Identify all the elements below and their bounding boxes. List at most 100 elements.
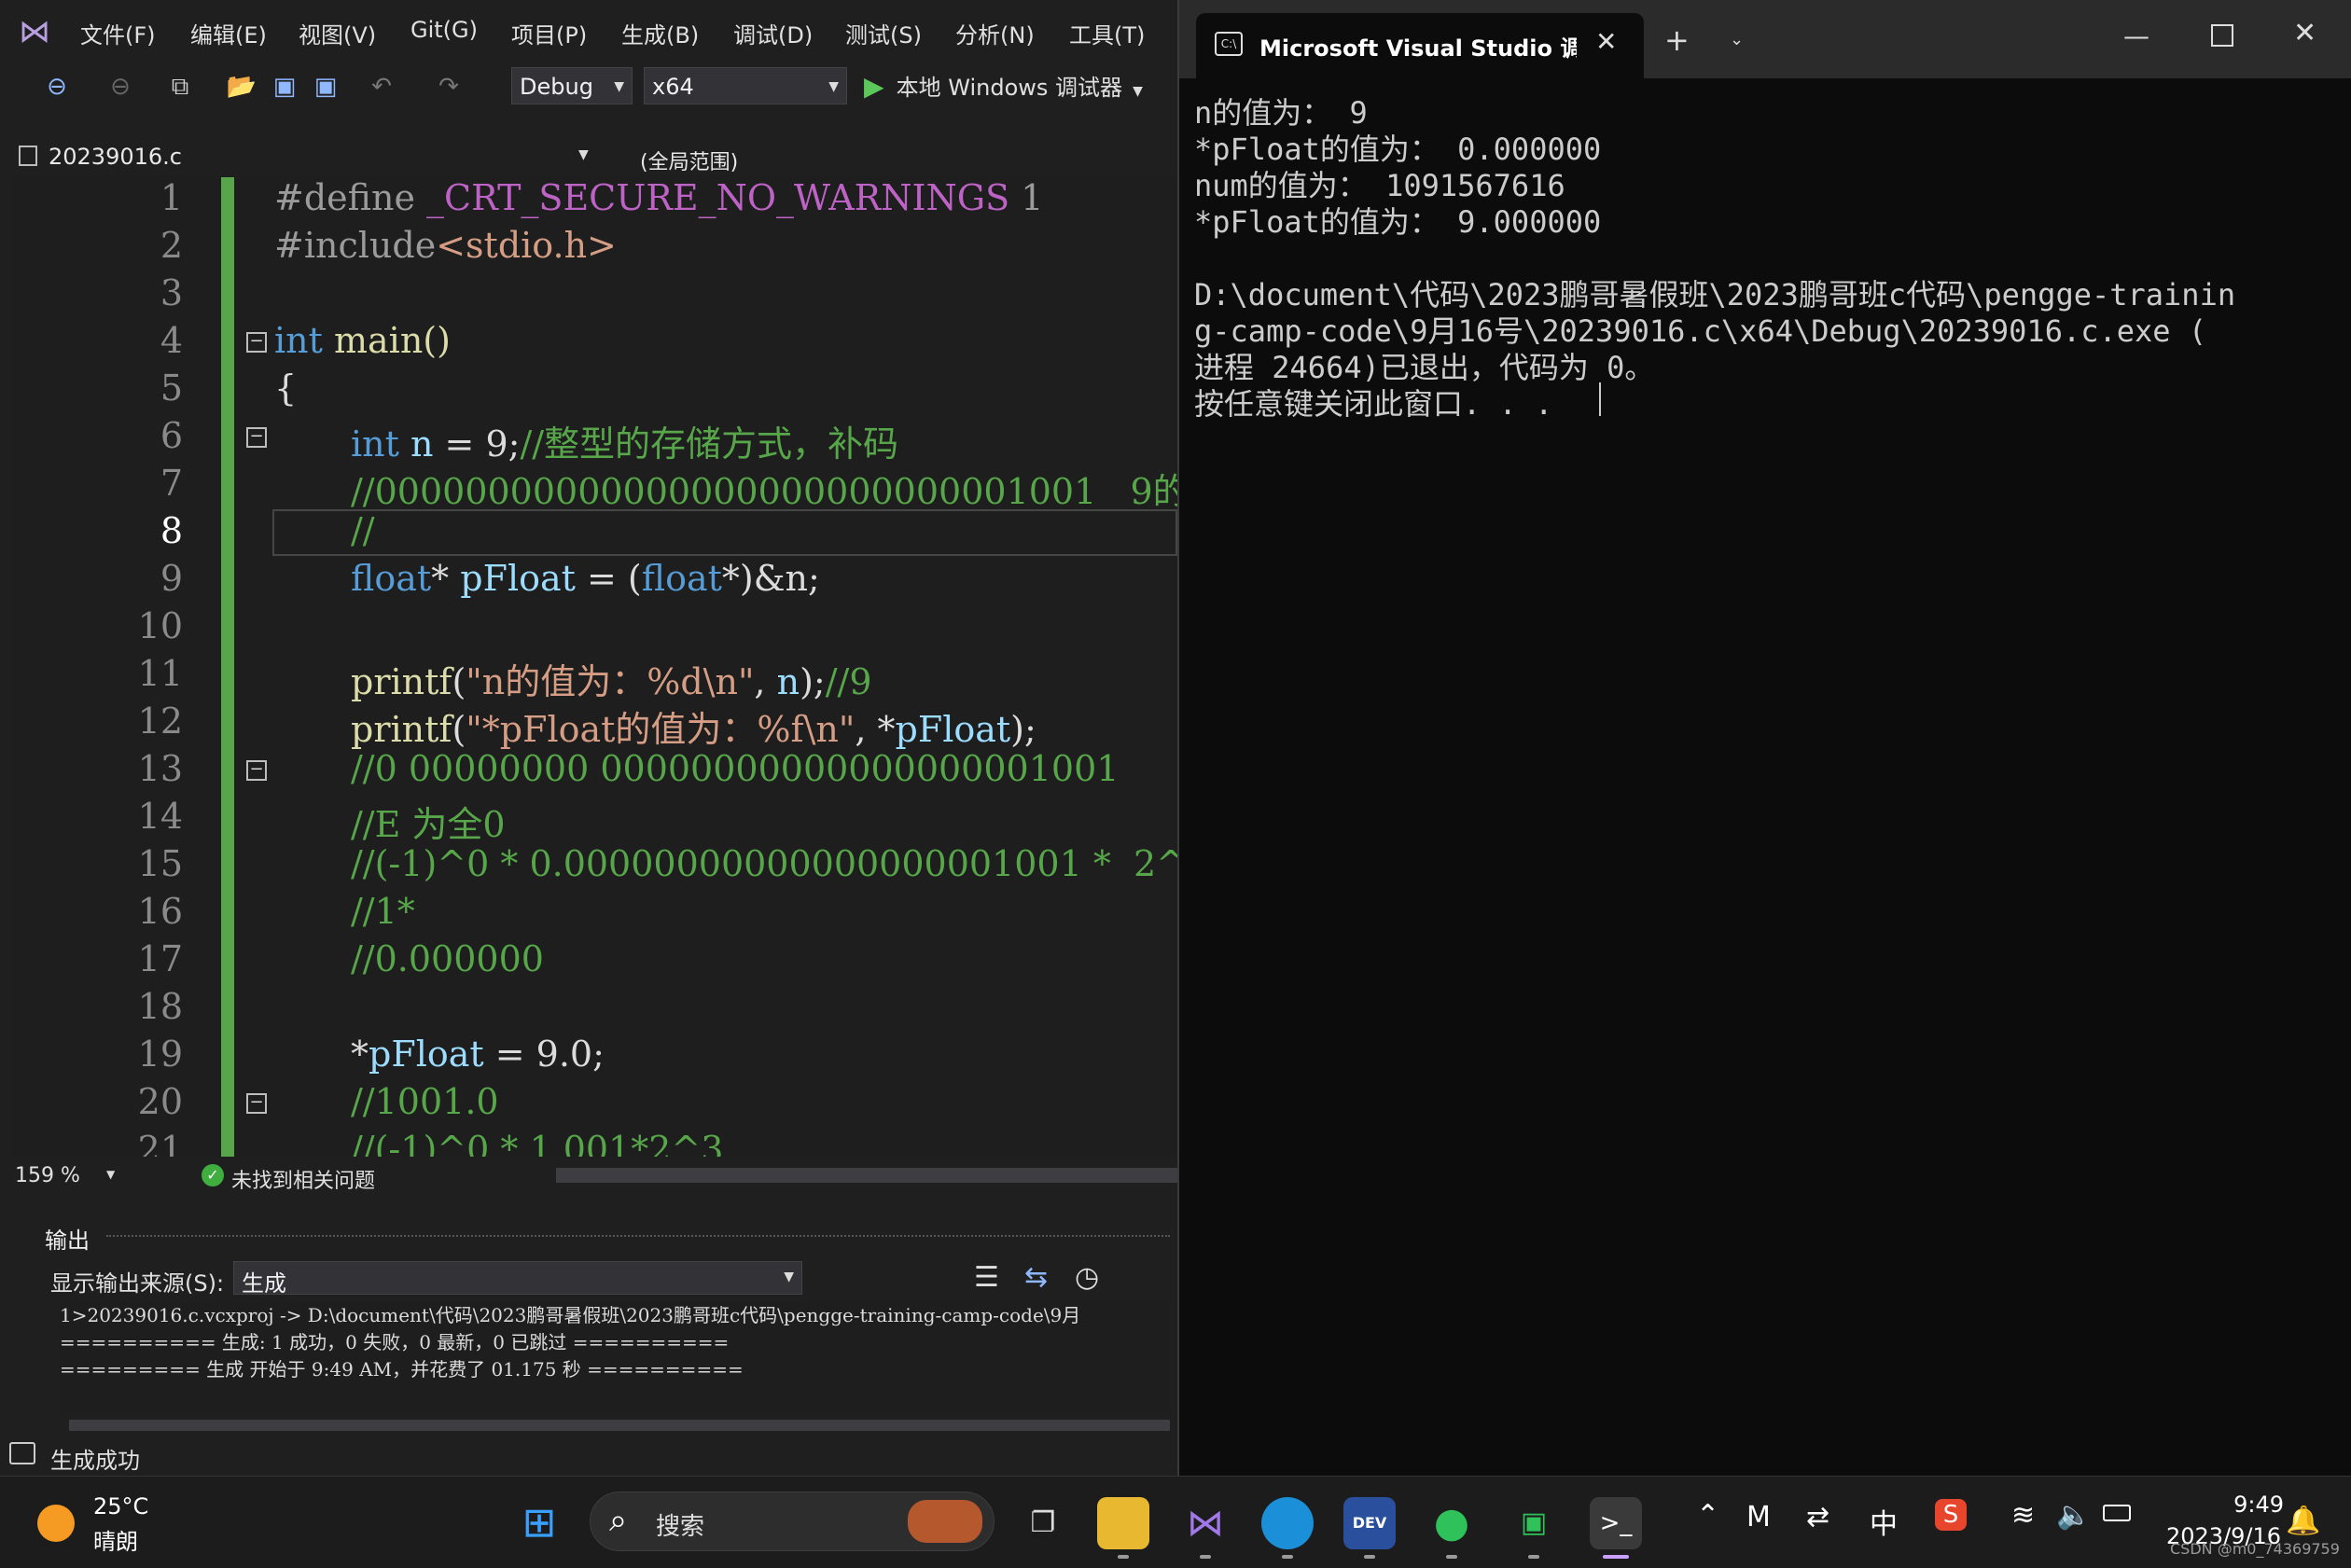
file-icon [19, 146, 37, 166]
redo-icon[interactable]: ↷ [433, 71, 465, 103]
menu-view[interactable]: 视图(V) [299, 17, 376, 49]
search-icon: ⌕ [609, 1502, 628, 1539]
horizontal-scrollbar[interactable] [556, 1168, 1177, 1183]
code-editor[interactable]: 1 2 3 4 5 6 7 8 9 10 11 12 13 14 15 16 1… [13, 177, 1177, 1170]
chevron-down-icon[interactable]: ▼ [578, 147, 589, 162]
navigation-bar: 20239016.c ▼ (全局范围) [13, 138, 1177, 178]
menu-file[interactable]: 文件(F) [80, 17, 156, 49]
notification-bell-icon[interactable]: 🔔 [2286, 1505, 2320, 1537]
visual-studio-icon[interactable]: ⋈ [1179, 1497, 1231, 1549]
token: #define [274, 177, 427, 218]
windows-start-icon[interactable]: ⊞ [513, 1497, 565, 1549]
collapse-icon[interactable]: − [246, 1093, 267, 1114]
menu-git[interactable]: Git(G) [410, 17, 478, 43]
output-horizontal-scrollbar[interactable] [69, 1420, 1170, 1431]
file-explorer-icon[interactable] [1097, 1497, 1149, 1549]
token: 1 [1009, 177, 1044, 218]
search-box[interactable]: ⌕ 搜索 [590, 1492, 995, 1551]
line-number: 6 [160, 415, 183, 456]
collapse-icon[interactable]: − [246, 427, 267, 448]
terminal-tab[interactable]: C:\ Microsoft Visual Studio 调试控 ✕ [1196, 13, 1644, 78]
close-tab-icon[interactable]: ✕ [1595, 26, 1617, 57]
mail-icon[interactable]: M [1746, 1501, 1771, 1533]
menu-build[interactable]: 生成(B) [621, 17, 699, 49]
line-number: 9 [160, 558, 183, 599]
open-folder-icon[interactable]: 📂 [226, 71, 257, 103]
menu-debug[interactable]: 调试(D) [733, 17, 813, 49]
code-line-8: // [351, 510, 375, 551]
token: pFloat [369, 1034, 484, 1075]
back-icon[interactable]: ⊖ [41, 71, 73, 103]
token: ); [1010, 709, 1036, 750]
chevron-down-icon[interactable]: ▼ [106, 1168, 115, 1181]
forward-icon[interactable]: ⊖ [104, 71, 136, 103]
editor-status-bar: 159 % ▼ ✓ 未找到相关问题 [13, 1157, 1177, 1198]
menu-tools[interactable]: 工具(T) [1069, 17, 1145, 49]
chevron-up-icon[interactable]: ⌃ [1696, 1499, 1719, 1532]
scope-select[interactable]: (全局范围) [640, 146, 738, 175]
clear-all-icon[interactable]: ☰ [974, 1261, 999, 1294]
output-source-select[interactable]: 生成 ▼ [233, 1261, 802, 1297]
output-line: 1>20239016.c.vcxproj -> D:\document\代码\2… [60, 1304, 1081, 1326]
screen-share-icon[interactable]: ▣ [1508, 1497, 1560, 1549]
wechat-icon[interactable]: ● [1426, 1497, 1478, 1549]
close-window-icon[interactable]: ✕ [2293, 17, 2316, 49]
menu-edit[interactable]: 编辑(E) [190, 17, 267, 49]
issues-status[interactable]: 未找到相关问题 [231, 1164, 375, 1194]
collapse-icon[interactable]: − [246, 760, 267, 781]
maximize-icon[interactable] [2211, 24, 2233, 47]
save-icon[interactable]: ▣ [269, 71, 300, 103]
token: //整型的存储方式，补码 [520, 423, 899, 465]
minimize-icon[interactable]: — [2123, 21, 2149, 51]
task-view-icon[interactable]: ❐ [1017, 1497, 1069, 1549]
line-number: 1 [160, 177, 183, 218]
check-circle-icon: ✓ [202, 1164, 224, 1186]
ime-indicator[interactable]: 中 [1870, 1501, 1898, 1542]
volume-icon[interactable]: 🔈 [2056, 1499, 2091, 1532]
code-line-9: float* pFloat = (float*)&n; [351, 558, 820, 599]
terminal-output[interactable]: n的值为： 9 *pFloat的值为： 0.000000 num的值为： 109… [1179, 78, 2351, 1476]
code-line-13: //0 00000000 00000000000000000001001 [351, 748, 1120, 789]
dev-cpp-icon[interactable]: DEV [1343, 1497, 1396, 1549]
menu-analyze[interactable]: 分析(N) [955, 17, 1035, 49]
menu-test[interactable]: 测试(S) [845, 17, 922, 49]
file-tab[interactable]: 20239016.c [49, 144, 182, 170]
token: n [398, 423, 434, 465]
comment-icon[interactable] [9, 1442, 35, 1464]
active-indicator [1603, 1555, 1629, 1559]
wifi-icon[interactable]: ≋ [2011, 1499, 2035, 1532]
clock-icon[interactable]: ◷ [1075, 1261, 1099, 1294]
sogou-icon[interactable]: S [1935, 1499, 1967, 1531]
chevron-down-icon: ▼ [784, 1270, 794, 1284]
line-number: 4 [160, 320, 183, 361]
clock-time[interactable]: 9:49 [2191, 1492, 2284, 1518]
line-number-gutter: 1 2 3 4 5 6 7 8 9 10 11 12 13 14 15 16 1… [62, 177, 183, 1170]
token: = 9.0; [483, 1034, 605, 1075]
battery-icon[interactable] [2103, 1505, 2131, 1521]
token: ( [452, 709, 466, 750]
settings-sliders-icon[interactable]: ⇄ [1806, 1501, 1829, 1533]
menu-project[interactable]: 项目(P) [511, 17, 587, 49]
chevron-down-icon: ▼ [614, 79, 624, 94]
platform-value: x64 [652, 74, 694, 100]
terminal-icon[interactable]: >_ [1590, 1497, 1642, 1549]
token: , [754, 661, 777, 702]
terminal-tab-title: Microsoft Visual Studio 调试控 [1259, 35, 1577, 62]
save-all-icon[interactable]: ▣ [310, 71, 341, 103]
run-debugger-button[interactable]: ▶ 本地 Windows 调试器 ▼ [864, 69, 1143, 104]
zoom-select[interactable]: 159 % [15, 1164, 80, 1187]
platform-select[interactable]: x64 ▼ [644, 67, 847, 104]
config-select[interactable]: Debug ▼ [511, 67, 633, 104]
word-wrap-icon[interactable]: ⇆ [1024, 1261, 1048, 1294]
collapse-icon[interactable]: − [246, 332, 267, 353]
new-tab-icon[interactable]: + [1664, 22, 1690, 58]
undo-icon[interactable]: ↶ [366, 71, 397, 103]
edge-browser-icon[interactable] [1261, 1497, 1314, 1549]
line-number: 2 [160, 225, 183, 266]
output-line: ========== 生成: 1 成功，0 失败，0 最新，0 已跳过 ====… [60, 1331, 730, 1353]
terminal-line: *pFloat的值为： 9.000000 [1194, 204, 1602, 240]
new-project-icon[interactable]: ⧉ [164, 71, 196, 103]
chevron-down-icon[interactable]: ⌄ [1730, 30, 1744, 49]
weather-widget[interactable]: 25°C 晴朗 [34, 1493, 183, 1555]
line-number: 3 [160, 272, 183, 313]
